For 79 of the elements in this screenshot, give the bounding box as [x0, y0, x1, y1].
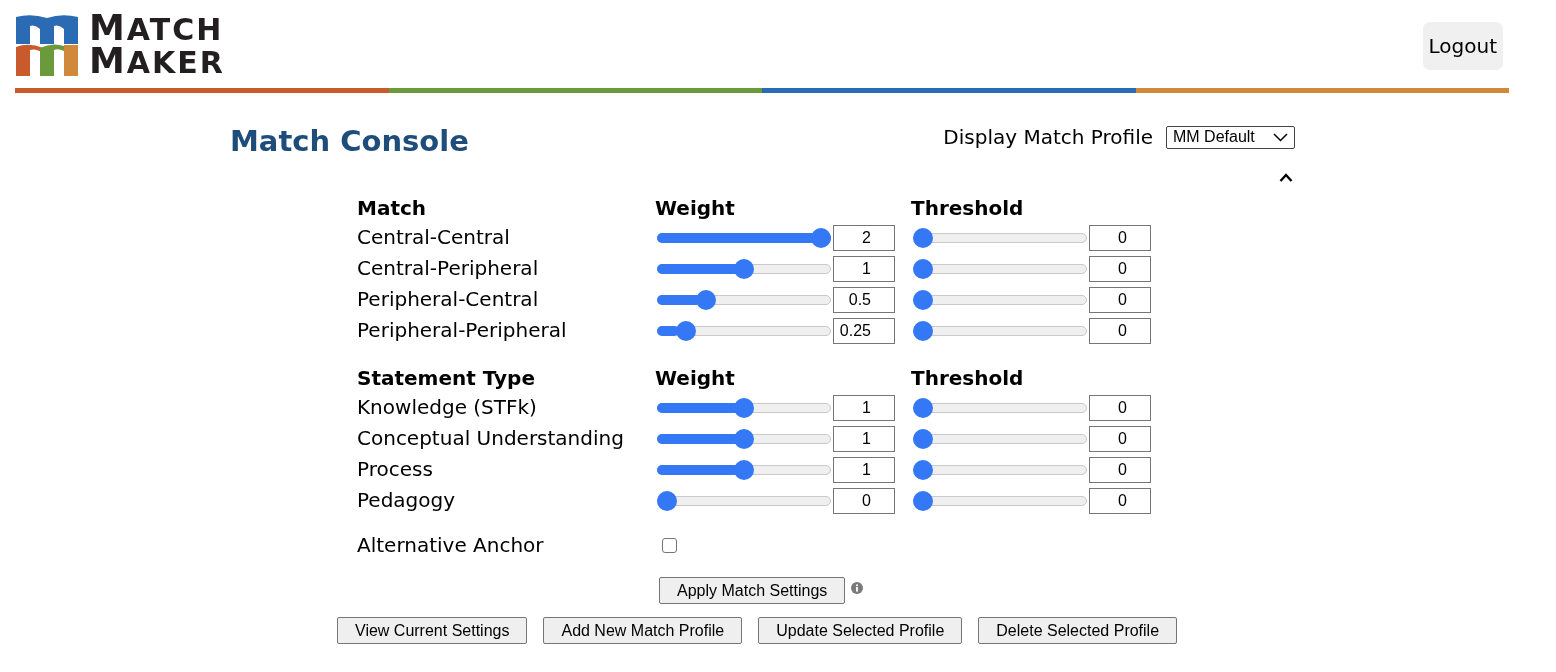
checkbox-label: Alternative Anchor — [357, 532, 544, 559]
threshold-slider[interactable] — [913, 397, 1087, 418]
threshold-slider[interactable] — [913, 227, 1087, 248]
column-heading: Weight — [655, 195, 735, 222]
row-label: Knowledge (STFk) — [357, 394, 537, 421]
slider-thumb[interactable] — [913, 289, 933, 310]
threshold-input[interactable]: 0 — [1089, 394, 1151, 421]
action-button[interactable]: Update Selected Profile — [758, 617, 963, 644]
threshold-slider[interactable] — [913, 258, 1087, 279]
apply-settings-button[interactable]: Apply Match Settings — [659, 577, 846, 604]
slider-thumb[interactable] — [913, 397, 933, 418]
threshold-slider[interactable] — [913, 320, 1087, 341]
threshold-input[interactable]: 0 — [1089, 456, 1151, 483]
weight-input[interactable]: 1 — [833, 425, 895, 452]
slider-thumb[interactable] — [676, 320, 697, 341]
weight-input[interactable]: 0.5 — [833, 286, 895, 313]
chevron-down-icon — [1273, 132, 1288, 142]
slider-thumb[interactable] — [913, 459, 933, 480]
row-label: Conceptual Understanding — [357, 425, 624, 452]
weight-input[interactable]: 0 — [833, 487, 895, 514]
slider-thumb[interactable] — [913, 428, 933, 449]
weight-input[interactable]: 1 — [833, 394, 895, 421]
alternative-anchor-checkbox[interactable] — [662, 538, 677, 553]
threshold-input[interactable]: 0 — [1089, 317, 1151, 344]
threshold-input[interactable]: 0 — [1089, 425, 1151, 452]
threshold-slider[interactable] — [913, 490, 1087, 511]
info-icon — [851, 582, 864, 594]
slider-thumb[interactable] — [913, 320, 933, 341]
threshold-input[interactable]: 0 — [1089, 224, 1151, 251]
row-label: Peripheral-Peripheral — [357, 317, 567, 344]
threshold-input[interactable]: 0 — [1089, 286, 1151, 313]
weight-slider[interactable] — [657, 397, 831, 418]
weight-input[interactable]: 2 — [833, 224, 895, 251]
slider-thumb[interactable] — [734, 397, 754, 418]
weight-input[interactable]: 1 — [833, 456, 895, 483]
logo-icon — [16, 14, 78, 76]
column-heading: Statement Type — [357, 365, 535, 392]
threshold-input[interactable]: 0 — [1089, 487, 1151, 514]
slider-thumb[interactable] — [913, 258, 933, 279]
profile-label: Display Match Profile — [943, 124, 1153, 151]
slider-thumb[interactable] — [913, 490, 933, 511]
slider-thumb[interactable] — [734, 258, 754, 279]
row-label: Pedagogy — [357, 487, 456, 514]
action-button[interactable]: Add New Match Profile — [543, 617, 743, 644]
threshold-input[interactable]: 0 — [1089, 255, 1151, 282]
weight-slider[interactable] — [657, 320, 831, 341]
slider-thumb[interactable] — [695, 289, 716, 310]
column-heading: Weight — [655, 365, 735, 392]
threshold-slider[interactable] — [913, 289, 1087, 310]
slider-thumb[interactable] — [657, 490, 677, 511]
logo-text: MATCH — [89, 12, 225, 45]
threshold-slider[interactable] — [913, 459, 1087, 480]
weight-slider[interactable] — [657, 490, 831, 511]
weight-slider[interactable] — [657, 459, 831, 480]
column-heading: Threshold — [911, 365, 1024, 392]
slider-thumb[interactable] — [734, 459, 754, 480]
row-label: Peripheral-Central — [357, 286, 539, 313]
logout-button[interactable]: Logout — [1422, 22, 1503, 70]
weight-input[interactable]: 0.25 — [833, 317, 895, 344]
column-heading: Match — [357, 195, 427, 222]
row-label: Central-Peripheral — [357, 255, 539, 282]
action-button[interactable]: Delete Selected Profile — [978, 617, 1178, 644]
weight-slider[interactable] — [657, 428, 831, 449]
page-title: Match Console — [230, 123, 469, 160]
weight-slider[interactable] — [657, 289, 831, 310]
row-label: Central-Central — [357, 224, 510, 251]
weight-slider[interactable] — [657, 258, 831, 279]
action-button[interactable]: View Current Settings — [337, 617, 528, 644]
logo-text: MAKER — [89, 45, 225, 78]
profile-select[interactable]: MM Default — [1166, 125, 1295, 149]
weight-input[interactable]: 1 — [833, 255, 895, 282]
threshold-slider[interactable] — [913, 428, 1087, 449]
chevron-up-icon[interactable] — [1279, 173, 1293, 182]
column-heading: Threshold — [911, 195, 1024, 222]
slider-thumb[interactable] — [811, 227, 831, 248]
weight-slider[interactable] — [657, 227, 831, 248]
row-label: Process — [357, 456, 433, 483]
slider-thumb[interactable] — [913, 227, 933, 248]
slider-thumb[interactable] — [734, 428, 754, 449]
